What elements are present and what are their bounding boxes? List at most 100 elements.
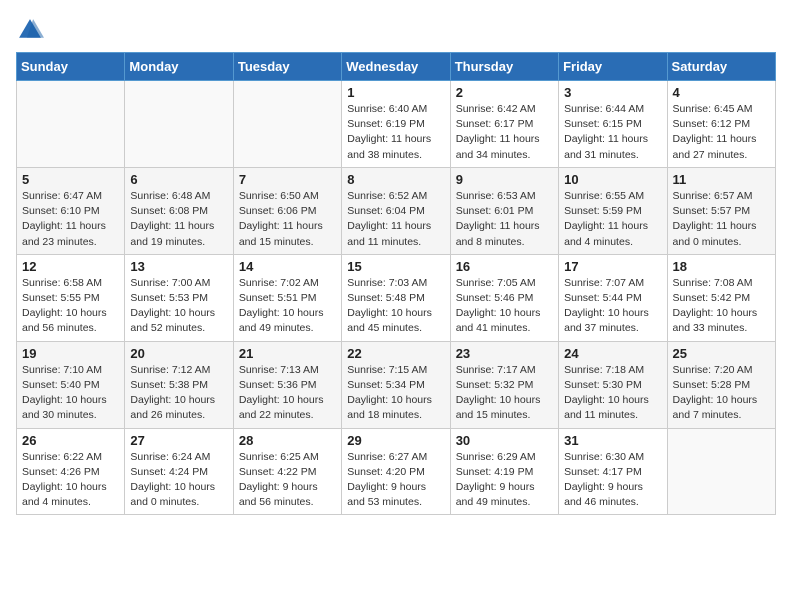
- calendar-cell: 21 Sunrise: 7:13 AM Sunset: 5:36 PM Dayli…: [233, 341, 341, 428]
- day-number: 25: [673, 346, 770, 361]
- calendar-cell: 10 Sunrise: 6:55 AM Sunset: 5:59 PM Dayli…: [559, 167, 667, 254]
- calendar-cell: 28 Sunrise: 6:25 AM Sunset: 4:22 PM Dayli…: [233, 428, 341, 515]
- day-info: Sunrise: 7:05 AM Sunset: 5:46 PM Dayligh…: [456, 276, 553, 337]
- day-number: 31: [564, 433, 661, 448]
- day-number: 8: [347, 172, 444, 187]
- calendar-cell: 17 Sunrise: 7:07 AM Sunset: 5:44 PM Dayli…: [559, 254, 667, 341]
- calendar-cell: 31 Sunrise: 6:30 AM Sunset: 4:17 PM Dayli…: [559, 428, 667, 515]
- day-info: Sunrise: 6:48 AM Sunset: 6:08 PM Dayligh…: [130, 189, 227, 250]
- calendar-cell: 14 Sunrise: 7:02 AM Sunset: 5:51 PM Dayli…: [233, 254, 341, 341]
- calendar-week-row: 26 Sunrise: 6:22 AM Sunset: 4:26 PM Dayli…: [17, 428, 776, 515]
- calendar-cell: 8Sunrise: 6:52 AM Sunset: 6:04 PM Daylig…: [342, 167, 450, 254]
- day-number: 17: [564, 259, 661, 274]
- calendar-week-row: 19 Sunrise: 7:10 AM Sunset: 5:40 PM Dayli…: [17, 341, 776, 428]
- day-info: Sunrise: 6:22 AM Sunset: 4:26 PM Dayligh…: [22, 450, 119, 511]
- day-info: Sunrise: 6:55 AM Sunset: 5:59 PM Dayligh…: [564, 189, 661, 250]
- day-info: Sunrise: 6:44 AM Sunset: 6:15 PM Dayligh…: [564, 102, 661, 163]
- day-info: Sunrise: 7:17 AM Sunset: 5:32 PM Dayligh…: [456, 363, 553, 424]
- weekday-header-monday: Monday: [125, 53, 233, 81]
- day-number: 1: [347, 85, 444, 100]
- day-info: Sunrise: 6:40 AM Sunset: 6:19 PM Dayligh…: [347, 102, 444, 163]
- calendar-cell: 16Sunrise: 7:05 AM Sunset: 5:46 PM Dayli…: [450, 254, 558, 341]
- day-info: Sunrise: 7:20 AM Sunset: 5:28 PM Dayligh…: [673, 363, 770, 424]
- calendar-cell: 11 Sunrise: 6:57 AM Sunset: 5:57 PM Dayli…: [667, 167, 775, 254]
- calendar-week-row: 5 Sunrise: 6:47 AM Sunset: 6:10 PM Daylig…: [17, 167, 776, 254]
- logo: [16, 16, 48, 44]
- day-info: Sunrise: 7:07 AM Sunset: 5:44 PM Dayligh…: [564, 276, 661, 337]
- weekday-header-tuesday: Tuesday: [233, 53, 341, 81]
- day-info: Sunrise: 6:24 AM Sunset: 4:24 PM Dayligh…: [130, 450, 227, 511]
- day-info: Sunrise: 6:47 AM Sunset: 6:10 PM Dayligh…: [22, 189, 119, 250]
- calendar-cell: 3 Sunrise: 6:44 AM Sunset: 6:15 PM Daylig…: [559, 81, 667, 168]
- day-number: 7: [239, 172, 336, 187]
- calendar-cell: [233, 81, 341, 168]
- day-number: 5: [22, 172, 119, 187]
- day-number: 9: [456, 172, 553, 187]
- day-info: Sunrise: 7:10 AM Sunset: 5:40 PM Dayligh…: [22, 363, 119, 424]
- day-info: Sunrise: 7:13 AM Sunset: 5:36 PM Dayligh…: [239, 363, 336, 424]
- day-number: 21: [239, 346, 336, 361]
- day-info: Sunrise: 6:58 AM Sunset: 5:55 PM Dayligh…: [22, 276, 119, 337]
- calendar-cell: 9 Sunrise: 6:53 AM Sunset: 6:01 PM Daylig…: [450, 167, 558, 254]
- day-info: Sunrise: 6:25 AM Sunset: 4:22 PM Dayligh…: [239, 450, 336, 511]
- calendar-cell: 5 Sunrise: 6:47 AM Sunset: 6:10 PM Daylig…: [17, 167, 125, 254]
- day-info: Sunrise: 6:53 AM Sunset: 6:01 PM Dayligh…: [456, 189, 553, 250]
- day-info: Sunrise: 6:45 AM Sunset: 6:12 PM Dayligh…: [673, 102, 770, 163]
- day-number: 11: [673, 172, 770, 187]
- calendar-cell: 7 Sunrise: 6:50 AM Sunset: 6:06 PM Daylig…: [233, 167, 341, 254]
- day-info: Sunrise: 7:12 AM Sunset: 5:38 PM Dayligh…: [130, 363, 227, 424]
- calendar-cell: [17, 81, 125, 168]
- day-info: Sunrise: 7:03 AM Sunset: 5:48 PM Dayligh…: [347, 276, 444, 337]
- day-number: 24: [564, 346, 661, 361]
- calendar-cell: 20 Sunrise: 7:12 AM Sunset: 5:38 PM Dayli…: [125, 341, 233, 428]
- day-info: Sunrise: 6:27 AM Sunset: 4:20 PM Dayligh…: [347, 450, 444, 511]
- calendar-cell: 27 Sunrise: 6:24 AM Sunset: 4:24 PM Dayli…: [125, 428, 233, 515]
- calendar-cell: [667, 428, 775, 515]
- day-number: 18: [673, 259, 770, 274]
- calendar-cell: 15 Sunrise: 7:03 AM Sunset: 5:48 PM Dayli…: [342, 254, 450, 341]
- day-number: 6: [130, 172, 227, 187]
- day-info: Sunrise: 6:30 AM Sunset: 4:17 PM Dayligh…: [564, 450, 661, 511]
- calendar-cell: 6 Sunrise: 6:48 AM Sunset: 6:08 PM Daylig…: [125, 167, 233, 254]
- calendar-cell: 30 Sunrise: 6:29 AM Sunset: 4:19 PM Dayli…: [450, 428, 558, 515]
- day-info: Sunrise: 7:08 AM Sunset: 5:42 PM Dayligh…: [673, 276, 770, 337]
- day-info: Sunrise: 6:57 AM Sunset: 5:57 PM Dayligh…: [673, 189, 770, 250]
- day-number: 23: [456, 346, 553, 361]
- calendar-cell: 29 Sunrise: 6:27 AM Sunset: 4:20 PM Dayli…: [342, 428, 450, 515]
- calendar-cell: 18 Sunrise: 7:08 AM Sunset: 5:42 PM Dayli…: [667, 254, 775, 341]
- calendar-cell: 2 Sunrise: 6:42 AM Sunset: 6:17 PM Daylig…: [450, 81, 558, 168]
- day-number: 26: [22, 433, 119, 448]
- calendar-cell: 22 Sunrise: 7:15 AM Sunset: 5:34 PM Dayli…: [342, 341, 450, 428]
- day-number: 4: [673, 85, 770, 100]
- calendar-cell: 13 Sunrise: 7:00 AM Sunset: 5:53 PM Dayli…: [125, 254, 233, 341]
- day-number: 2: [456, 85, 553, 100]
- day-info: Sunrise: 6:29 AM Sunset: 4:19 PM Dayligh…: [456, 450, 553, 511]
- day-number: 20: [130, 346, 227, 361]
- day-info: Sunrise: 6:42 AM Sunset: 6:17 PM Dayligh…: [456, 102, 553, 163]
- day-number: 27: [130, 433, 227, 448]
- calendar-week-row: 1 Sunrise: 6:40 AM Sunset: 6:19 PM Daylig…: [17, 81, 776, 168]
- day-info: Sunrise: 7:18 AM Sunset: 5:30 PM Dayligh…: [564, 363, 661, 424]
- day-info: Sunrise: 7:00 AM Sunset: 5:53 PM Dayligh…: [130, 276, 227, 337]
- day-number: 30: [456, 433, 553, 448]
- weekday-header-thursday: Thursday: [450, 53, 558, 81]
- day-number: 15: [347, 259, 444, 274]
- calendar-table: SundayMondayTuesdayWednesdayThursdayFrid…: [16, 52, 776, 515]
- weekday-header-wednesday: Wednesday: [342, 53, 450, 81]
- day-number: 29: [347, 433, 444, 448]
- day-number: 13: [130, 259, 227, 274]
- logo-icon: [16, 16, 44, 44]
- day-number: 10: [564, 172, 661, 187]
- day-info: Sunrise: 7:02 AM Sunset: 5:51 PM Dayligh…: [239, 276, 336, 337]
- calendar-cell: 24 Sunrise: 7:18 AM Sunset: 5:30 PM Dayli…: [559, 341, 667, 428]
- day-number: 19: [22, 346, 119, 361]
- day-number: 14: [239, 259, 336, 274]
- weekday-header-saturday: Saturday: [667, 53, 775, 81]
- day-number: 28: [239, 433, 336, 448]
- calendar-cell: 23 Sunrise: 7:17 AM Sunset: 5:32 PM Dayli…: [450, 341, 558, 428]
- day-info: Sunrise: 7:15 AM Sunset: 5:34 PM Dayligh…: [347, 363, 444, 424]
- day-number: 3: [564, 85, 661, 100]
- calendar-cell: 26 Sunrise: 6:22 AM Sunset: 4:26 PM Dayli…: [17, 428, 125, 515]
- day-number: 22: [347, 346, 444, 361]
- day-info: Sunrise: 6:50 AM Sunset: 6:06 PM Dayligh…: [239, 189, 336, 250]
